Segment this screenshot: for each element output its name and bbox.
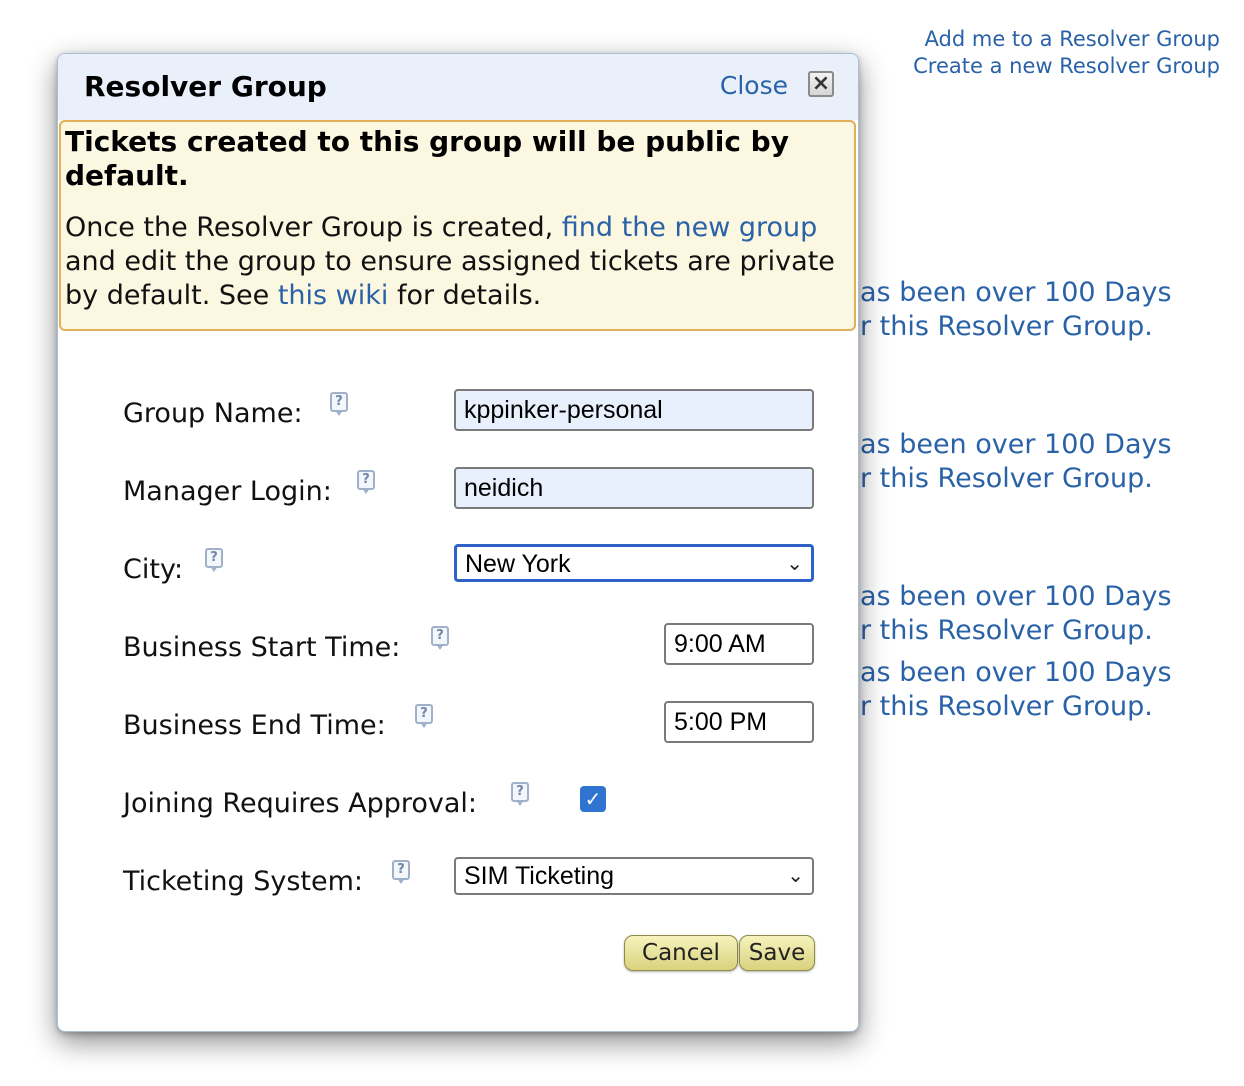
public-tickets-notice: Tickets created to this group will be pu…: [59, 120, 856, 331]
background-message-line: as been over 100 Days: [860, 657, 1172, 688]
notice-title: Tickets created to this group will be pu…: [65, 125, 789, 192]
manager-login-label: Manager Login:: [123, 476, 332, 507]
joining-approval-label: Joining Requires Approval:: [123, 788, 478, 819]
help-icon[interactable]: ?: [357, 470, 375, 494]
help-icon[interactable]: ?: [511, 782, 529, 806]
resolver-group-dialog: Resolver Group Close × Tickets created t…: [57, 53, 859, 1032]
ticketing-system-label: Ticketing System:: [123, 866, 363, 897]
wiki-link[interactable]: this wiki: [278, 280, 389, 311]
dialog-title: Resolver Group: [84, 70, 327, 103]
close-link[interactable]: Close: [720, 71, 788, 100]
cancel-button[interactable]: Cancel: [624, 935, 738, 971]
chevron-down-icon: ⌄: [787, 865, 804, 887]
background-message-line: as been over 100 Days: [860, 277, 1172, 308]
ticketing-system-select[interactable]: SIM Ticketing ⌄: [454, 857, 814, 895]
help-icon[interactable]: ?: [330, 392, 348, 416]
help-icon[interactable]: ?: [392, 860, 410, 884]
business-start-input[interactable]: [664, 623, 814, 665]
city-selected-value: New York: [465, 550, 571, 578]
background-message: as been over 100 Days r this Resolver Gr…: [860, 428, 1172, 496]
background-message-line: r this Resolver Group.: [860, 691, 1153, 722]
background-message-line: r this Resolver Group.: [860, 463, 1153, 494]
add-me-to-resolver-group-link[interactable]: Add me to a Resolver Group: [913, 26, 1220, 53]
help-icon[interactable]: ?: [431, 626, 449, 650]
background-message-line: as been over 100 Days: [860, 429, 1172, 460]
save-button[interactable]: Save: [739, 935, 815, 971]
business-start-label: Business Start Time:: [123, 632, 401, 663]
manager-login-input[interactable]: [454, 467, 814, 509]
top-links: Add me to a Resolver Group Create a new …: [913, 26, 1220, 80]
find-new-group-link[interactable]: find the new group: [562, 212, 818, 243]
group-name-input[interactable]: [454, 389, 814, 431]
business-end-input[interactable]: [664, 701, 814, 743]
city-label: City:: [123, 554, 184, 585]
close-icon[interactable]: ×: [808, 71, 834, 97]
joining-approval-checkbox[interactable]: ✓: [580, 786, 606, 812]
background-message: as been over 100 Days r this Resolver Gr…: [860, 580, 1172, 648]
ticketing-system-selected-value: SIM Ticketing: [464, 862, 615, 890]
notice-text: Once the Resolver Group is created,: [65, 212, 562, 243]
help-icon[interactable]: ?: [205, 548, 223, 572]
dialog-header: Resolver Group Close ×: [58, 54, 858, 120]
notice-body: Once the Resolver Group is created, find…: [65, 211, 850, 313]
city-select[interactable]: New York ⌄: [454, 544, 814, 582]
business-end-label: Business End Time:: [123, 710, 386, 741]
background-message-line: r this Resolver Group.: [860, 615, 1153, 646]
group-name-label: Group Name:: [123, 398, 303, 429]
background-message-line: as been over 100 Days: [860, 581, 1172, 612]
create-resolver-group-link[interactable]: Create a new Resolver Group: [913, 53, 1220, 80]
background-message: as been over 100 Days r this Resolver Gr…: [860, 656, 1172, 724]
background-message: as been over 100 Days r this Resolver Gr…: [860, 276, 1172, 344]
notice-text: for details.: [388, 280, 542, 311]
chevron-down-icon: ⌄: [786, 553, 803, 575]
background-message-line: r this Resolver Group.: [860, 311, 1153, 342]
help-icon[interactable]: ?: [415, 704, 433, 728]
